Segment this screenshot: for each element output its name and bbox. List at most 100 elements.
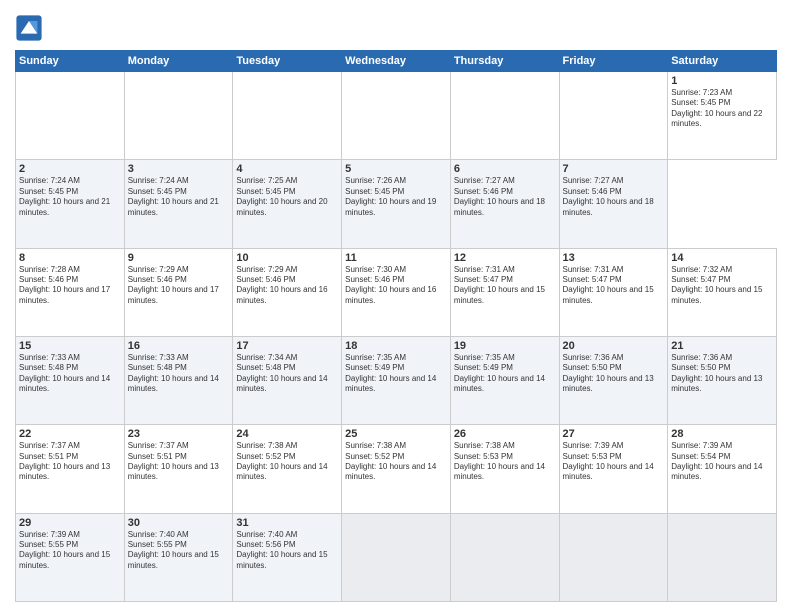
calendar-day-cell: 16Sunrise: 7:33 AM Sunset: 5:48 PM Dayli… [124, 336, 233, 424]
day-number: 1 [671, 75, 773, 87]
calendar-day-cell: 25Sunrise: 7:38 AM Sunset: 5:52 PM Dayli… [342, 425, 451, 513]
calendar-day-cell: 13Sunrise: 7:31 AM Sunset: 5:47 PM Dayli… [559, 248, 668, 336]
calendar-day-cell: 15Sunrise: 7:33 AM Sunset: 5:48 PM Dayli… [16, 336, 125, 424]
calendar-day-header: Sunday [16, 51, 125, 72]
day-info: Sunrise: 7:37 AM Sunset: 5:51 PM Dayligh… [19, 441, 121, 483]
day-info: Sunrise: 7:32 AM Sunset: 5:47 PM Dayligh… [671, 265, 773, 307]
day-info: Sunrise: 7:38 AM Sunset: 5:52 PM Dayligh… [345, 441, 447, 483]
day-info: Sunrise: 7:35 AM Sunset: 5:49 PM Dayligh… [345, 353, 447, 395]
day-info: Sunrise: 7:40 AM Sunset: 5:55 PM Dayligh… [128, 530, 230, 572]
day-number: 17 [236, 340, 338, 352]
calendar-day-cell: 28Sunrise: 7:39 AM Sunset: 5:54 PM Dayli… [668, 425, 777, 513]
calendar-day-cell: 31Sunrise: 7:40 AM Sunset: 5:56 PM Dayli… [233, 513, 342, 601]
day-info: Sunrise: 7:26 AM Sunset: 5:45 PM Dayligh… [345, 176, 447, 218]
day-info: Sunrise: 7:27 AM Sunset: 5:46 PM Dayligh… [563, 176, 665, 218]
calendar-week-row: 29Sunrise: 7:39 AM Sunset: 5:55 PM Dayli… [16, 513, 777, 601]
day-number: 15 [19, 340, 121, 352]
day-number: 6 [454, 163, 556, 175]
calendar-day-cell: 18Sunrise: 7:35 AM Sunset: 5:49 PM Dayli… [342, 336, 451, 424]
logo [15, 14, 45, 42]
calendar-day-cell: 7Sunrise: 7:27 AM Sunset: 5:46 PM Daylig… [559, 160, 668, 248]
day-number: 27 [563, 428, 665, 440]
day-info: Sunrise: 7:36 AM Sunset: 5:50 PM Dayligh… [563, 353, 665, 395]
calendar-day-cell: 19Sunrise: 7:35 AM Sunset: 5:49 PM Dayli… [450, 336, 559, 424]
calendar-day-cell: 30Sunrise: 7:40 AM Sunset: 5:55 PM Dayli… [124, 513, 233, 601]
calendar-day-cell: 10Sunrise: 7:29 AM Sunset: 5:46 PM Dayli… [233, 248, 342, 336]
calendar-day-header: Wednesday [342, 51, 451, 72]
day-number: 13 [563, 252, 665, 264]
day-number: 3 [128, 163, 230, 175]
day-info: Sunrise: 7:39 AM Sunset: 5:54 PM Dayligh… [671, 441, 773, 483]
calendar-day-header: Tuesday [233, 51, 342, 72]
calendar-header-row: SundayMondayTuesdayWednesdayThursdayFrid… [16, 51, 777, 72]
day-number: 8 [19, 252, 121, 264]
day-number: 9 [128, 252, 230, 264]
day-number: 24 [236, 428, 338, 440]
day-info: Sunrise: 7:24 AM Sunset: 5:45 PM Dayligh… [19, 176, 121, 218]
calendar-day-cell: 24Sunrise: 7:38 AM Sunset: 5:52 PM Dayli… [233, 425, 342, 513]
calendar-day-cell: 11Sunrise: 7:30 AM Sunset: 5:46 PM Dayli… [342, 248, 451, 336]
day-info: Sunrise: 7:25 AM Sunset: 5:45 PM Dayligh… [236, 176, 338, 218]
calendar-day-cell [450, 72, 559, 160]
calendar-day-cell [559, 513, 668, 601]
day-number: 22 [19, 428, 121, 440]
calendar-day-cell: 1Sunrise: 7:23 AM Sunset: 5:45 PM Daylig… [668, 72, 777, 160]
calendar-table: SundayMondayTuesdayWednesdayThursdayFrid… [15, 50, 777, 602]
calendar-day-header: Monday [124, 51, 233, 72]
day-number: 26 [454, 428, 556, 440]
calendar-day-cell: 12Sunrise: 7:31 AM Sunset: 5:47 PM Dayli… [450, 248, 559, 336]
calendar-day-cell: 5Sunrise: 7:26 AM Sunset: 5:45 PM Daylig… [342, 160, 451, 248]
day-info: Sunrise: 7:33 AM Sunset: 5:48 PM Dayligh… [128, 353, 230, 395]
calendar-day-cell: 4Sunrise: 7:25 AM Sunset: 5:45 PM Daylig… [233, 160, 342, 248]
day-number: 28 [671, 428, 773, 440]
calendar-day-cell [233, 72, 342, 160]
day-number: 30 [128, 517, 230, 529]
calendar-day-cell [342, 72, 451, 160]
calendar-day-header: Thursday [450, 51, 559, 72]
calendar-day-cell: 14Sunrise: 7:32 AM Sunset: 5:47 PM Dayli… [668, 248, 777, 336]
calendar-day-cell: 29Sunrise: 7:39 AM Sunset: 5:55 PM Dayli… [16, 513, 125, 601]
calendar-day-cell [342, 513, 451, 601]
day-number: 5 [345, 163, 447, 175]
header [15, 10, 777, 42]
day-info: Sunrise: 7:38 AM Sunset: 5:52 PM Dayligh… [236, 441, 338, 483]
calendar-day-cell: 23Sunrise: 7:37 AM Sunset: 5:51 PM Dayli… [124, 425, 233, 513]
calendar-day-cell: 9Sunrise: 7:29 AM Sunset: 5:46 PM Daylig… [124, 248, 233, 336]
calendar-day-cell: 3Sunrise: 7:24 AM Sunset: 5:45 PM Daylig… [124, 160, 233, 248]
day-info: Sunrise: 7:35 AM Sunset: 5:49 PM Dayligh… [454, 353, 556, 395]
calendar-day-cell: 6Sunrise: 7:27 AM Sunset: 5:46 PM Daylig… [450, 160, 559, 248]
calendar-week-row: 8Sunrise: 7:28 AM Sunset: 5:46 PM Daylig… [16, 248, 777, 336]
day-info: Sunrise: 7:37 AM Sunset: 5:51 PM Dayligh… [128, 441, 230, 483]
calendar-day-header: Friday [559, 51, 668, 72]
day-info: Sunrise: 7:34 AM Sunset: 5:48 PM Dayligh… [236, 353, 338, 395]
calendar-day-cell: 8Sunrise: 7:28 AM Sunset: 5:46 PM Daylig… [16, 248, 125, 336]
day-info: Sunrise: 7:39 AM Sunset: 5:53 PM Dayligh… [563, 441, 665, 483]
day-number: 16 [128, 340, 230, 352]
day-info: Sunrise: 7:40 AM Sunset: 5:56 PM Dayligh… [236, 530, 338, 572]
day-number: 2 [19, 163, 121, 175]
calendar-day-header: Saturday [668, 51, 777, 72]
calendar-day-cell: 26Sunrise: 7:38 AM Sunset: 5:53 PM Dayli… [450, 425, 559, 513]
day-info: Sunrise: 7:39 AM Sunset: 5:55 PM Dayligh… [19, 530, 121, 572]
calendar-body: 1Sunrise: 7:23 AM Sunset: 5:45 PM Daylig… [16, 72, 777, 602]
calendar-week-row: 1Sunrise: 7:23 AM Sunset: 5:45 PM Daylig… [16, 72, 777, 160]
calendar-day-cell [559, 72, 668, 160]
day-number: 14 [671, 252, 773, 264]
day-number: 11 [345, 252, 447, 264]
calendar-week-row: 22Sunrise: 7:37 AM Sunset: 5:51 PM Dayli… [16, 425, 777, 513]
day-info: Sunrise: 7:29 AM Sunset: 5:46 PM Dayligh… [128, 265, 230, 307]
logo-icon [15, 14, 43, 42]
calendar-day-cell [450, 513, 559, 601]
day-number: 20 [563, 340, 665, 352]
day-info: Sunrise: 7:33 AM Sunset: 5:48 PM Dayligh… [19, 353, 121, 395]
calendar-day-cell: 20Sunrise: 7:36 AM Sunset: 5:50 PM Dayli… [559, 336, 668, 424]
day-number: 18 [345, 340, 447, 352]
calendar-day-cell: 22Sunrise: 7:37 AM Sunset: 5:51 PM Dayli… [16, 425, 125, 513]
day-number: 7 [563, 163, 665, 175]
calendar-day-cell: 27Sunrise: 7:39 AM Sunset: 5:53 PM Dayli… [559, 425, 668, 513]
day-info: Sunrise: 7:23 AM Sunset: 5:45 PM Dayligh… [671, 88, 773, 130]
day-info: Sunrise: 7:36 AM Sunset: 5:50 PM Dayligh… [671, 353, 773, 395]
day-number: 4 [236, 163, 338, 175]
day-number: 12 [454, 252, 556, 264]
page-container: SundayMondayTuesdayWednesdayThursdayFrid… [0, 0, 792, 612]
